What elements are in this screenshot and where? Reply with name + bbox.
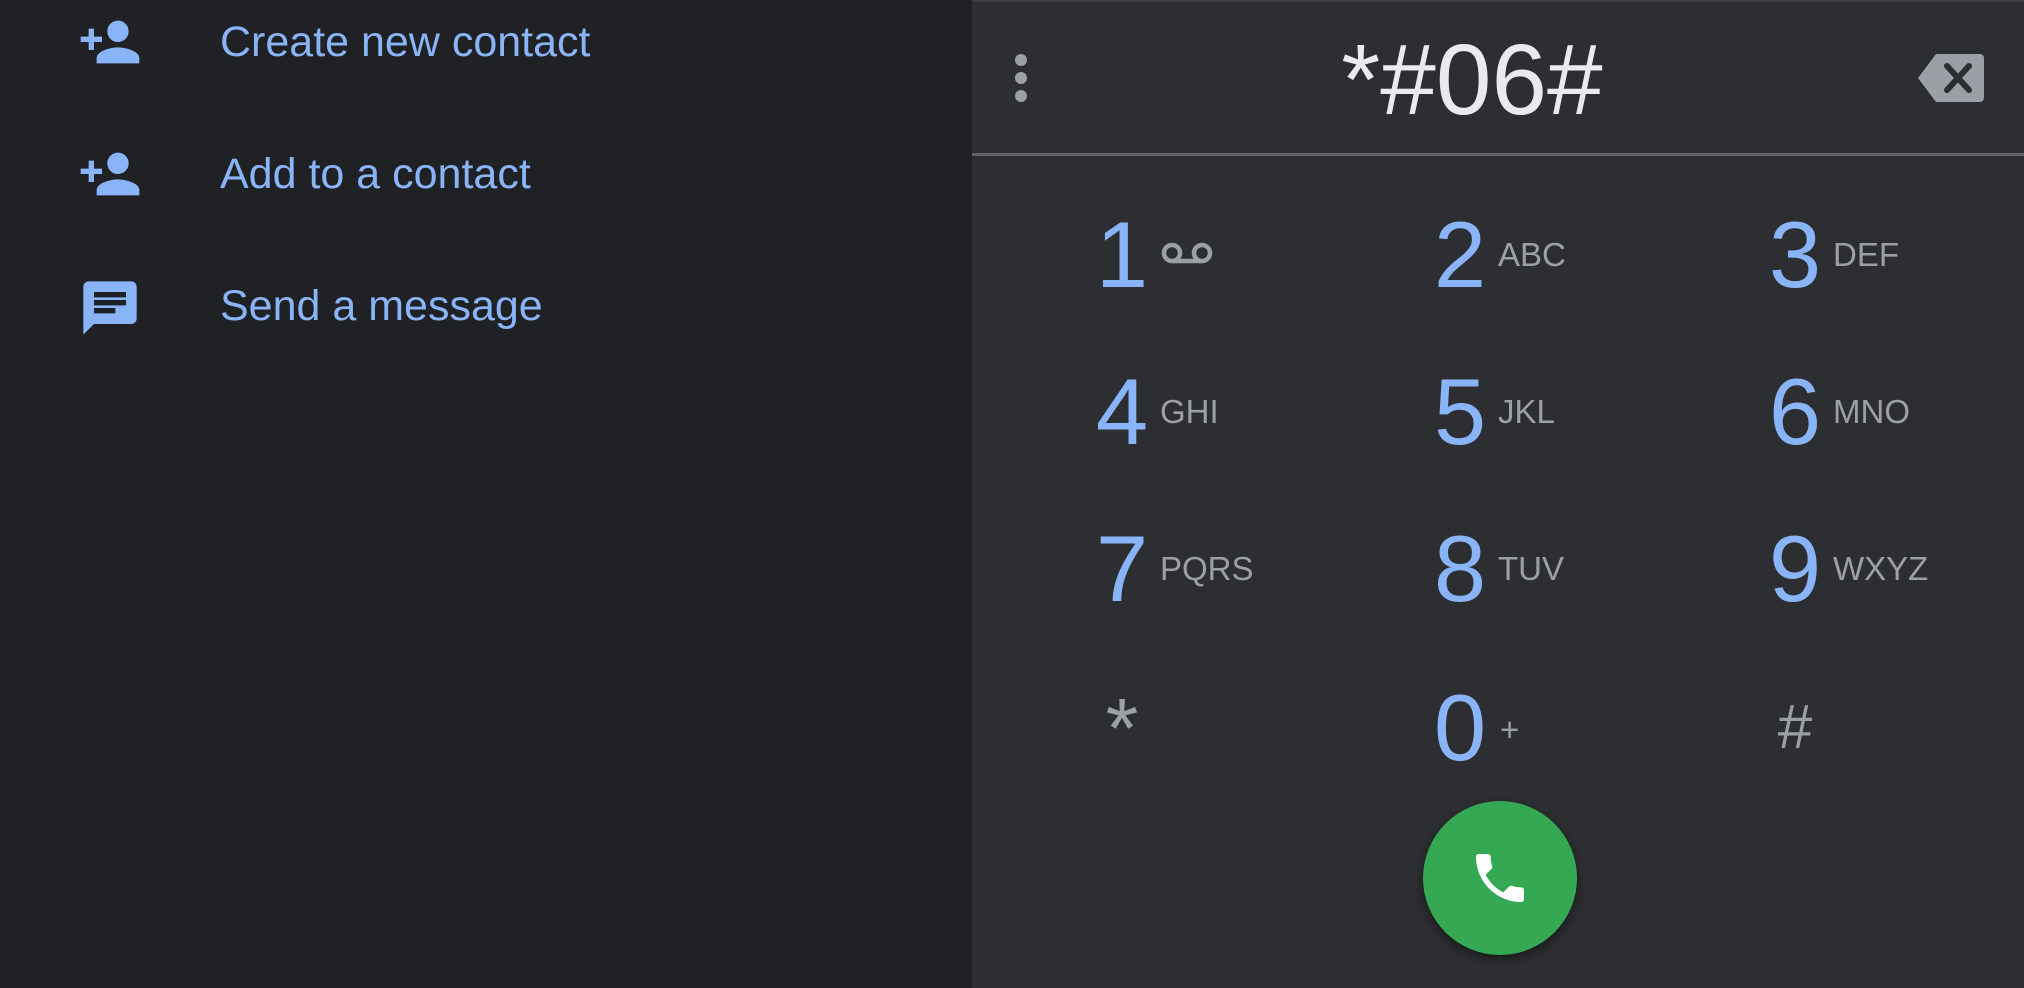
dialpad-key-2[interactable]: 2 ABC [1430, 200, 1630, 330]
key-digit: 1 [1095, 202, 1149, 307]
send-message-action[interactable]: Send a message [0, 264, 972, 396]
message-icon [83, 281, 137, 335]
key-letters: GHI [1160, 393, 1219, 430]
key-letters: TUV [1498, 550, 1564, 587]
dialpad-key-5[interactable]: 5 JKL [1430, 357, 1630, 487]
key-digit: 7 [1095, 516, 1149, 621]
call-button[interactable] [1423, 801, 1577, 955]
person-add-icon [80, 20, 140, 64]
dialpad-key-0[interactable]: 0 + [1430, 673, 1630, 803]
key-letters: JKL [1498, 393, 1555, 430]
key-digit: 8 [1433, 516, 1487, 621]
key-letters: DEF [1833, 236, 1899, 273]
dialpad-key-6[interactable]: 6 MNO [1765, 357, 1965, 487]
person-add-icon [80, 152, 140, 196]
key-digit: 3 [1768, 202, 1822, 307]
key-letters: WXYZ [1833, 550, 1929, 587]
dialed-number[interactable]: *#06# [1152, 20, 1792, 140]
dialpad-key-4[interactable]: 4 GHI [1092, 357, 1292, 487]
voicemail-icon [1161, 242, 1213, 264]
key-digit: * [1105, 681, 1139, 775]
number-divider [972, 153, 2024, 156]
key-digit: 9 [1768, 516, 1822, 621]
phone-icon [1476, 854, 1524, 902]
contact-actions-panel: Create new contact Add to a contact Send… [0, 0, 972, 988]
key-letters: PQRS [1160, 550, 1254, 587]
create-new-contact-label: Create new contact [220, 18, 591, 66]
dialpad-key-star[interactable]: * [1092, 673, 1292, 803]
key-digit: # [1777, 693, 1813, 762]
create-new-contact-action[interactable]: Create new contact [0, 0, 972, 132]
send-message-label: Send a message [220, 282, 543, 330]
add-to-contact-action[interactable]: Add to a contact [0, 132, 972, 264]
key-letters: + [1500, 711, 1520, 748]
dialpad-panel: *#06# 1 2 ABC 3 DEF 4 GHI 5 JKL 6 MNO 7 … [972, 0, 2024, 988]
dialpad-key-7[interactable]: 7 PQRS [1092, 514, 1292, 644]
key-digit: 0 [1433, 675, 1487, 780]
key-digit: 4 [1095, 359, 1149, 464]
dialpad-key-hash[interactable]: # [1765, 673, 1965, 803]
key-digit: 6 [1768, 359, 1822, 464]
panel-top-border [972, 0, 2024, 2]
dialpad-key-1[interactable]: 1 [1092, 200, 1292, 330]
dialpad-key-9[interactable]: 9 WXYZ [1765, 514, 1965, 644]
key-digit: 5 [1433, 359, 1487, 464]
backspace-icon[interactable] [1916, 52, 1986, 104]
dialpad-key-8[interactable]: 8 TUV [1430, 514, 1630, 644]
key-letters: ABC [1498, 236, 1566, 273]
key-digit: 2 [1433, 202, 1487, 307]
more-options-button[interactable] [1006, 48, 1036, 108]
key-letters: MNO [1833, 393, 1910, 430]
dialpad-key-3[interactable]: 3 DEF [1765, 200, 1965, 330]
add-to-contact-label: Add to a contact [220, 150, 531, 198]
